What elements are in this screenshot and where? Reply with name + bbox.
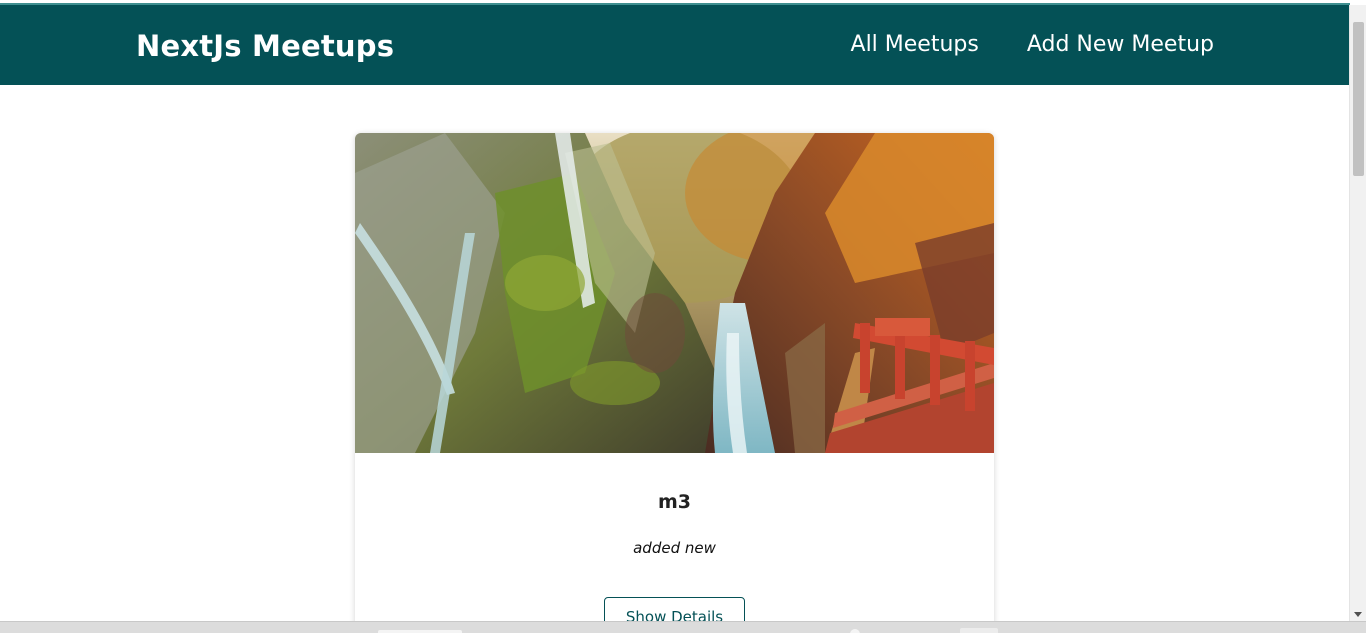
nav-add-new-meetup[interactable]: Add New Meetup [1027,32,1214,57]
meetup-image [355,133,994,453]
scrollbar-thumb[interactable] [1353,22,1364,176]
meetup-card: m3 added new Show Details [355,133,994,633]
taskbar-item[interactable] [850,629,860,633]
meetup-title: m3 [657,491,692,513]
site-logo[interactable]: NextJs Meetups [136,29,394,63]
meetup-description: added new [633,539,716,557]
main-nav: All Meetups Add New Meetup [851,32,1214,57]
nav-all-meetups[interactable]: All Meetups [851,32,979,57]
vertical-scrollbar[interactable] [1349,5,1366,621]
main-header: NextJs Meetups All Meetups Add New Meetu… [0,5,1350,85]
browser-viewport: NextJs Meetups All Meetups Add New Meetu… [0,0,1366,633]
taskbar-item[interactable] [960,628,998,633]
scroll-down-arrow-icon[interactable] [1354,612,1362,617]
bottom-taskbar [0,621,1366,633]
waterfall-gorge-image [355,133,994,453]
